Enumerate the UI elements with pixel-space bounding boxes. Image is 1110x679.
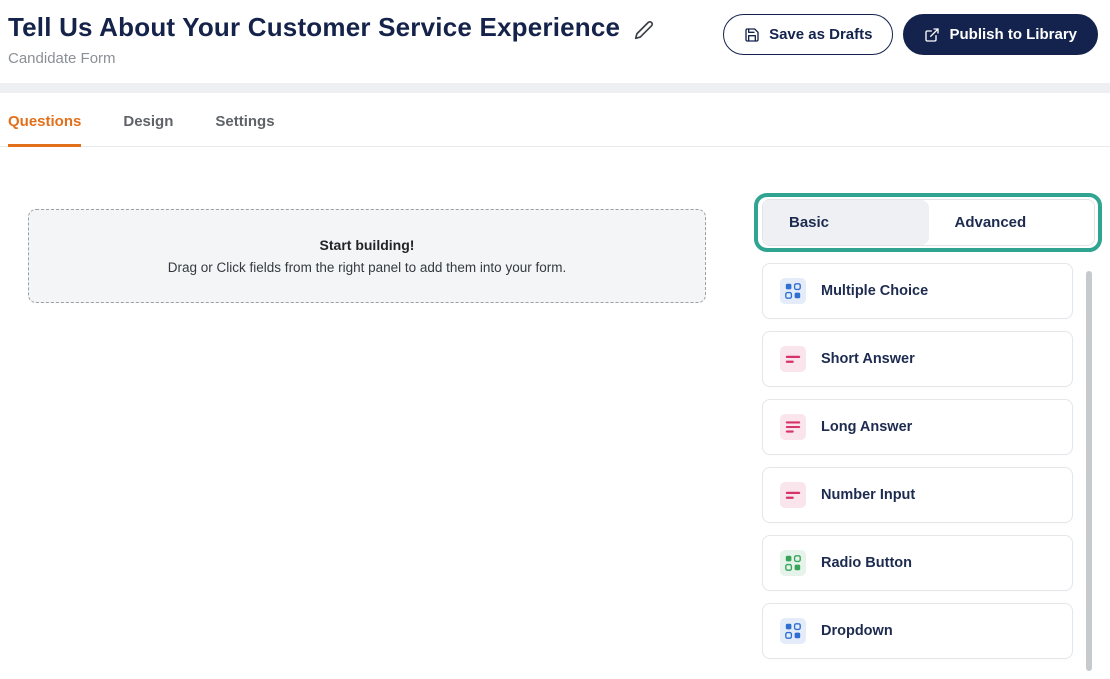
tab-settings[interactable]: Settings (215, 93, 274, 146)
palette-toggle-wrap: Basic Advanced (754, 193, 1102, 252)
canvas-instruction: Drag or Click fields from the right pane… (167, 260, 567, 275)
field-card-multiple-choice[interactable]: Multiple Choice (762, 263, 1073, 319)
header: Tell Us About Your Customer Service Expe… (0, 0, 1110, 67)
section-divider (0, 83, 1110, 93)
header-actions: Save as Drafts Publish to Library (723, 12, 1098, 55)
multiple-choice-icon (780, 278, 806, 304)
title-block: Tell Us About Your Customer Service Expe… (8, 12, 654, 67)
toggle-basic[interactable]: Basic (763, 200, 929, 245)
field-label: Radio Button (821, 555, 913, 571)
page-title: Tell Us About Your Customer Service Expe… (8, 12, 621, 42)
form-type-label: Candidate Form (8, 50, 116, 67)
field-label: Long Answer (821, 419, 913, 435)
field-card-number-input[interactable]: Number Input (762, 467, 1073, 523)
form-drop-canvas[interactable]: Start building! Drag or Click fields fro… (28, 209, 706, 303)
save-as-drafts-label: Save as Drafts (769, 26, 873, 43)
number-input-icon (780, 482, 806, 508)
save-as-drafts-button[interactable]: Save as Drafts (723, 14, 894, 55)
palette-toggle: Basic Advanced (762, 199, 1095, 246)
field-list: Multiple Choice Short Answer Long Answer… (762, 263, 1095, 659)
short-answer-icon (780, 346, 806, 372)
radio-button-icon (780, 550, 806, 576)
publish-to-library-button[interactable]: Publish to Library (903, 14, 1098, 55)
form-builder-tabs: Questions Design Settings (0, 93, 1110, 147)
field-label: Dropdown (821, 623, 893, 639)
main-content: Start building! Drag or Click fields fro… (0, 193, 1110, 671)
publish-to-library-label: Publish to Library (949, 26, 1077, 43)
field-card-dropdown[interactable]: Dropdown (762, 603, 1073, 659)
edit-title-icon[interactable] (634, 20, 654, 40)
field-palette-panel: Basic Advanced Multiple Choice Short Ans… (754, 193, 1102, 671)
field-card-short-answer[interactable]: Short Answer (762, 331, 1073, 387)
canvas-title: Start building! (319, 237, 415, 253)
dropdown-icon (780, 618, 806, 644)
tab-design[interactable]: Design (123, 93, 173, 146)
long-answer-icon (780, 414, 806, 440)
field-label: Number Input (821, 487, 916, 503)
field-card-long-answer[interactable]: Long Answer (762, 399, 1073, 455)
field-label: Multiple Choice (821, 283, 929, 299)
save-icon (744, 27, 760, 43)
external-link-icon (924, 27, 940, 43)
toggle-advanced[interactable]: Advanced (928, 200, 1094, 245)
tab-questions[interactable]: Questions (8, 93, 82, 147)
panel-scrollbar[interactable] (1086, 271, 1092, 671)
field-label: Short Answer (821, 351, 915, 367)
field-card-radio-button[interactable]: Radio Button (762, 535, 1073, 591)
